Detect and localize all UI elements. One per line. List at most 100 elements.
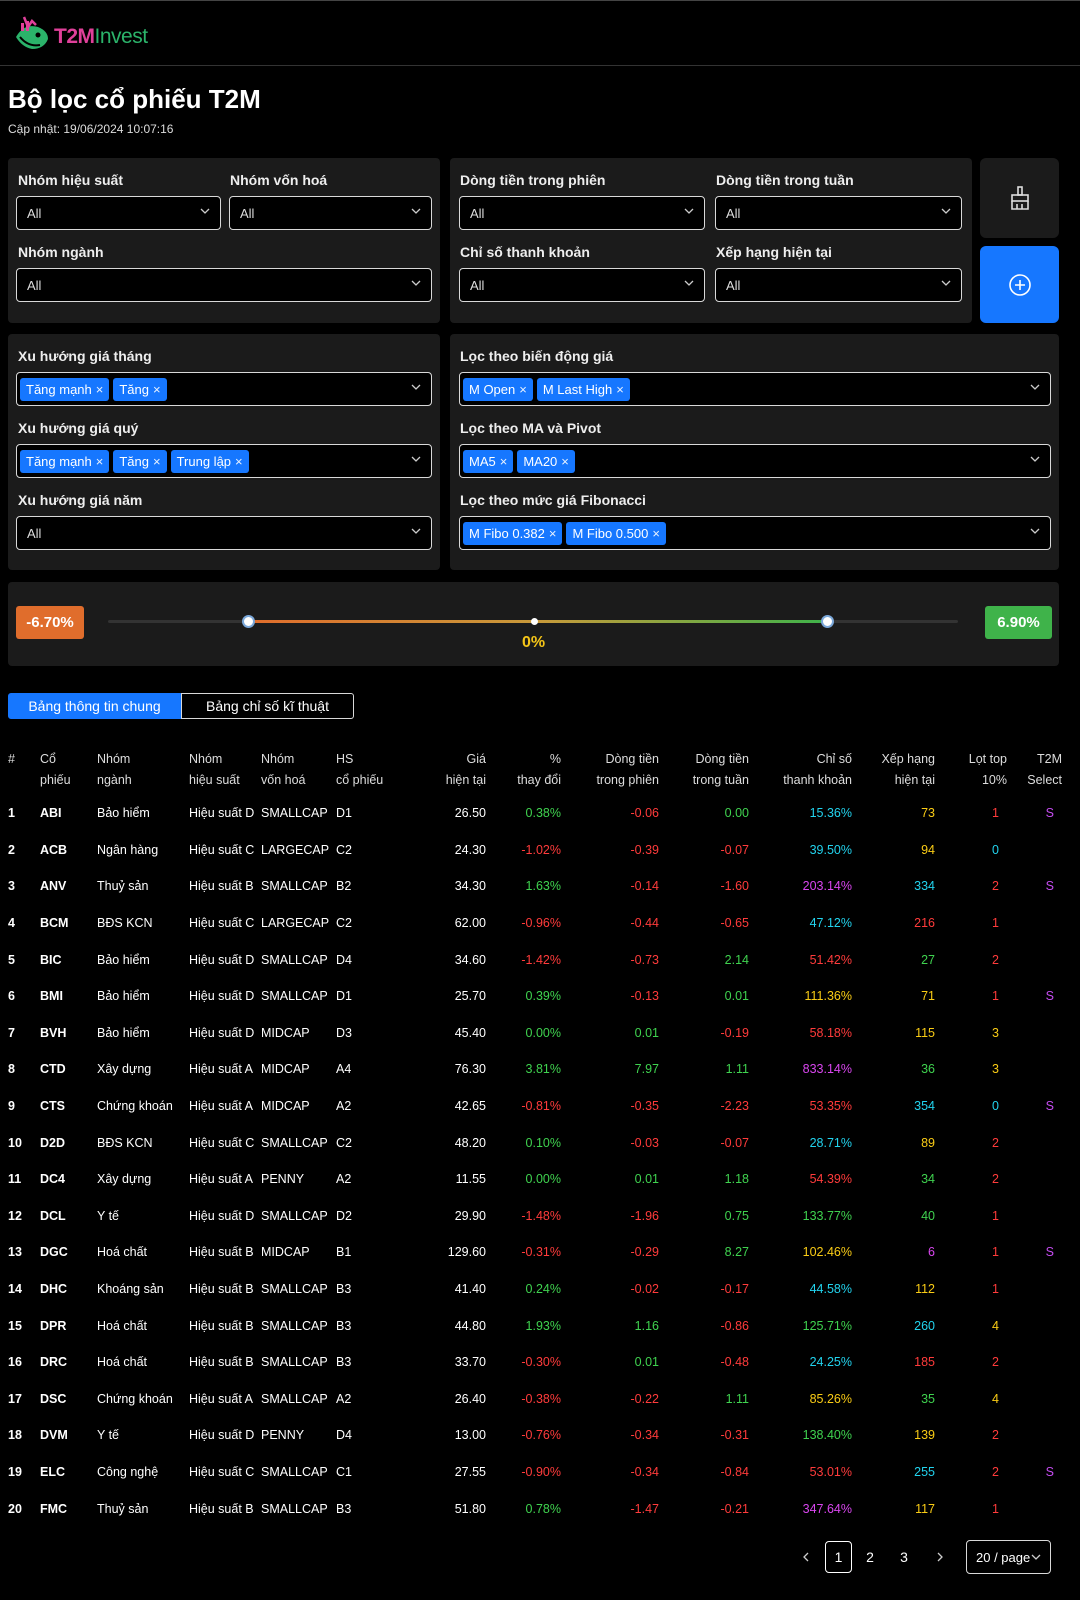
tag[interactable]: Tăng × — [113, 377, 167, 401]
table-row[interactable]: 2 ACB Ngân hàng Hiệu suất C LARGECAP C2 24.30 -… — [8, 832, 1062, 869]
ticker-cell[interactable]: DVM — [40, 1417, 97, 1454]
page-2-button[interactable]: 2 — [860, 1541, 880, 1573]
ticker-cell[interactable]: CTS — [40, 1088, 97, 1125]
table-row[interactable]: 13 DGC Hoá chất Hiệu suất B MIDCAP B1 129.60 -0… — [8, 1234, 1062, 1271]
session-flow-cell: -0.02 — [630, 1282, 660, 1297]
ticker-cell[interactable]: DHC — [40, 1271, 97, 1308]
ticker-cell[interactable]: BMI — [40, 978, 97, 1015]
cap-group-cell: PENNY — [261, 1172, 305, 1187]
table-row[interactable]: 11 DC4 Xây dựng Hiệu suất A PENNY A2 11.55 0.00… — [8, 1161, 1062, 1198]
close-icon[interactable]: × — [519, 382, 527, 397]
ticker-cell[interactable]: BVH — [40, 1015, 97, 1052]
tag[interactable]: M Fibo 0.500 × — [566, 521, 666, 545]
ticker-cell[interactable]: DGC — [40, 1234, 97, 1271]
ticker-cell[interactable]: ANV — [40, 868, 97, 905]
table-row[interactable]: 9 CTS Chứng khoán Hiệu suất A MIDCAP A2 42.65 -… — [8, 1088, 1062, 1125]
tab-general-info[interactable]: Bảng thông tin chung — [8, 693, 181, 719]
ticker-cell[interactable]: DC4 — [40, 1161, 97, 1198]
clear-filters-button[interactable] — [980, 158, 1059, 238]
table-row[interactable]: 5 BIC Bảo hiểm Hiệu suất D SMALLCAP D4 34.60 -1… — [8, 941, 1062, 978]
ticker-cell[interactable]: D2D — [40, 1124, 97, 1161]
ticker-cell[interactable]: FMC — [40, 1490, 97, 1527]
session-flow-cell: -0.03 — [630, 1135, 660, 1150]
chi-so-thanh-khoan-select[interactable]: All — [459, 268, 705, 302]
ticker-cell[interactable]: BIC — [40, 941, 97, 978]
table-row[interactable]: 10 D2D BĐS KCN Hiệu suất C SMALLCAP C2 48.20 0.… — [8, 1124, 1062, 1161]
table-row[interactable]: 4 BCM BĐS KCN Hiệu suất C LARGECAP C2 62.00 -0.… — [8, 905, 1062, 942]
ticker-cell[interactable]: ACB — [40, 832, 97, 869]
tag[interactable]: Tăng mạnh × — [20, 449, 110, 473]
xu-huong-quy-multiselect[interactable]: Tăng mạnh × Tăng × Trung lập × — [16, 444, 432, 478]
close-icon[interactable]: × — [549, 526, 557, 541]
xep-hang-select[interactable]: All — [715, 268, 962, 302]
close-icon[interactable]: × — [561, 454, 569, 469]
table-row[interactable]: 12 DCL Y tế Hiệu suất D SMALLCAP D2 29.90 -1.48… — [8, 1198, 1062, 1235]
table-row[interactable]: 15 DPR Hoá chất Hiệu suất B SMALLCAP B3 44.80 1… — [8, 1307, 1062, 1344]
bien-dong-gia-multiselect[interactable]: M Open × M Last High × — [459, 372, 1051, 406]
range-low-handle[interactable] — [242, 615, 255, 628]
nhom-von-hoa-select[interactable]: All — [229, 196, 432, 230]
ticker-cell[interactable]: BCM — [40, 905, 97, 942]
close-icon[interactable]: × — [153, 454, 161, 469]
table-row[interactable]: 7 BVH Bảo hiểm Hiệu suất D MIDCAP D3 45.40 0.00… — [8, 1015, 1062, 1052]
cap-group-cell: SMALLCAP — [261, 952, 328, 967]
page-size-select[interactable]: 20 / page — [966, 1540, 1051, 1574]
tag[interactable]: MA5 × — [463, 449, 514, 473]
ticker-cell[interactable]: ABI — [40, 795, 97, 832]
tag[interactable]: M Fibo 0.382 × — [463, 521, 563, 545]
close-icon[interactable]: × — [652, 526, 660, 541]
table-row[interactable]: 14 DHC Khoáng sản Hiệu suất B SMALLCAP B3 41.4… — [8, 1271, 1062, 1308]
tag[interactable]: Tăng × — [113, 449, 167, 473]
dong-tien-tuan-select[interactable]: All — [715, 196, 962, 230]
tag[interactable]: Tăng mạnh × — [20, 377, 110, 401]
table-row[interactable]: 18 DVM Y tế Hiệu suất D PENNY D4 13.00 -0.76% -0… — [8, 1417, 1062, 1454]
table-row[interactable]: 6 BMI Bảo hiểm Hiệu suất D SMALLCAP D1 25.70 0.… — [8, 978, 1062, 1015]
close-icon[interactable]: × — [500, 454, 508, 469]
next-page-icon[interactable] — [930, 1541, 950, 1573]
page-1-button[interactable]: 1 — [825, 1541, 852, 1573]
ticker-cell[interactable]: DCL — [40, 1198, 97, 1235]
liquidity-cell: 28.71% — [809, 1135, 852, 1150]
prev-page-icon[interactable] — [796, 1541, 816, 1573]
nhom-hieu-suat-select[interactable]: All — [16, 196, 221, 230]
table-row[interactable]: 19 ELC Công nghệ Hiệu suất C SMALLCAP C1 27.55… — [8, 1454, 1062, 1491]
close-icon[interactable]: × — [96, 454, 104, 469]
xu-huong-nam-select[interactable]: All — [16, 516, 432, 550]
close-icon[interactable]: × — [96, 382, 104, 397]
table-row[interactable]: 17 DSC Chứng khoán Hiệu suất A SMALLCAP A2 26.… — [8, 1381, 1062, 1418]
xu-huong-thang-multiselect[interactable]: Tăng mạnh × Tăng × — [16, 372, 432, 406]
close-icon[interactable]: × — [153, 382, 161, 397]
add-filter-button[interactable] — [980, 246, 1059, 323]
tag[interactable]: Trung lập × — [170, 449, 249, 473]
sector-cell: Bảo hiểm — [97, 806, 150, 821]
table-row[interactable]: 20 FMC Thuỷ sản Hiệu suất B SMALLCAP B3 51.80 0… — [8, 1490, 1062, 1527]
close-icon[interactable]: × — [616, 382, 624, 397]
range-high-handle[interactable] — [821, 615, 834, 628]
page-3-button[interactable]: 3 — [894, 1541, 914, 1573]
tab-technical-indicators[interactable]: Bảng chỉ số kĩ thuật — [181, 693, 354, 719]
pct-change-cell: 0.10% — [525, 1135, 561, 1150]
top10-cell: 1 — [992, 1501, 999, 1516]
ticker-cell[interactable]: DPR — [40, 1307, 97, 1344]
ticker-cell[interactable]: CTD — [40, 1051, 97, 1088]
ma-pivot-multiselect[interactable]: MA5 × MA20 × — [459, 444, 1051, 478]
table-row[interactable]: 16 DRC Hoá chất Hiệu suất B SMALLCAP B3 33.70 -… — [8, 1344, 1062, 1381]
col-t2m-select-header: T2M Select — [1007, 749, 1062, 795]
tag[interactable]: M Last High × — [536, 377, 630, 401]
table-row[interactable]: 1 ABI Bảo hiểm Hiệu suất D SMALLCAP D1 26.50 0.… — [8, 795, 1062, 832]
ticker-cell[interactable]: DRC — [40, 1344, 97, 1381]
pct-change-cell: -0.38% — [521, 1391, 561, 1406]
nhom-nganh-select[interactable]: All — [16, 268, 432, 302]
ticker-cell[interactable]: ELC — [40, 1454, 97, 1491]
close-icon[interactable]: × — [235, 454, 243, 469]
tag[interactable]: MA20 × — [517, 449, 575, 473]
t2m-select-cell: S — [1045, 879, 1054, 894]
fibonacci-multiselect[interactable]: M Fibo 0.382 × M Fibo 0.500 × — [459, 516, 1051, 550]
table-row[interactable]: 3 ANV Thuỷ sản Hiệu suất B SMALLCAP B2 34.30 1.… — [8, 868, 1062, 905]
ticker-cell[interactable]: DSC — [40, 1381, 97, 1418]
tag[interactable]: M Open × — [463, 377, 533, 401]
logo[interactable]: T2MInvest — [14, 13, 148, 53]
table-row[interactable]: 8 CTD Xây dựng Hiệu suất A MIDCAP A4 76.30 3.81… — [8, 1051, 1062, 1088]
price-cell: 48.20 — [454, 1135, 486, 1150]
dong-tien-phien-select[interactable]: All — [459, 196, 705, 230]
